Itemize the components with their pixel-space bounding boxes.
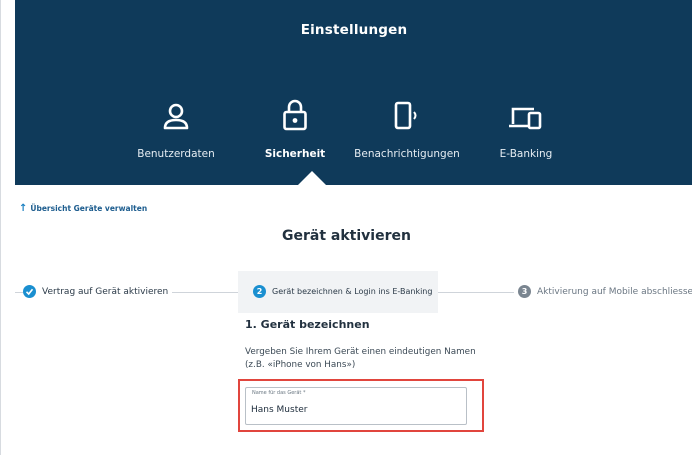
tab-benutzerdaten[interactable]: Benutzerdaten: [128, 98, 224, 185]
user-icon: [162, 98, 190, 132]
tab-benachrichtigungen[interactable]: Benachrichtigungen: [349, 98, 465, 185]
back-to-device-overview-link[interactable]: ↑ Übersicht Geräte verwalten: [19, 202, 148, 214]
step-2: 2 Gerät bezeichnen & Login ins E-Banking: [253, 285, 433, 298]
step-1: Vertrag auf Gerät aktivieren: [23, 285, 173, 298]
tab-e-banking-label: E-Banking: [499, 148, 553, 160]
device-name-input[interactable]: [251, 402, 461, 418]
description-line-1: Vergeben Sie Ihrem Gerät einen eindeutig…: [245, 347, 476, 357]
phone-notification-icon: [392, 98, 422, 132]
step-2-label: Gerät bezeichnen & Login ins E-Banking: [272, 287, 433, 296]
section-description: Vergeben Sie Ihrem Gerät einen eindeutig…: [245, 346, 485, 372]
step-1-label: Vertrag auf Gerät aktivieren: [42, 286, 169, 297]
tab-sicherheit-label: Sicherheit: [264, 148, 326, 160]
step-3-number: 3: [518, 285, 531, 298]
tab-e-banking[interactable]: E-Banking: [491, 98, 561, 185]
checkmark-icon: [23, 285, 36, 298]
description-line-2: (z.B. «iPhone von Hans»): [245, 360, 356, 370]
lock-icon: [282, 98, 308, 132]
devices-icon: [508, 98, 544, 132]
section-title: 1. Gerät bezeichnen: [245, 318, 370, 331]
active-tab-indicator: [298, 171, 326, 185]
device-name-field[interactable]: Name für das Gerät *: [245, 387, 467, 425]
tab-benutzerdaten-label: Benutzerdaten: [137, 148, 215, 160]
arrow-up-icon: ↑: [19, 202, 28, 214]
page-title: Gerät aktivieren: [282, 228, 411, 244]
settings-header: Einstellungen Benutzerdaten Sicherheit B…: [15, 0, 692, 185]
app-frame: Einstellungen Benutzerdaten Sicherheit B…: [0, 0, 692, 455]
page-header-title: Einstellungen: [300, 22, 408, 38]
step-3-label: Aktivierung auf Mobile abschliessen: [537, 286, 692, 297]
back-link-label: Übersicht Geräte verwalten: [30, 204, 148, 213]
device-name-label: Name für das Gerät *: [252, 390, 306, 396]
step-3: 3 Aktivierung auf Mobile abschliessen: [514, 285, 692, 298]
tab-benachrichtigungen-label: Benachrichtigungen: [354, 148, 460, 160]
step-2-number: 2: [253, 285, 266, 298]
